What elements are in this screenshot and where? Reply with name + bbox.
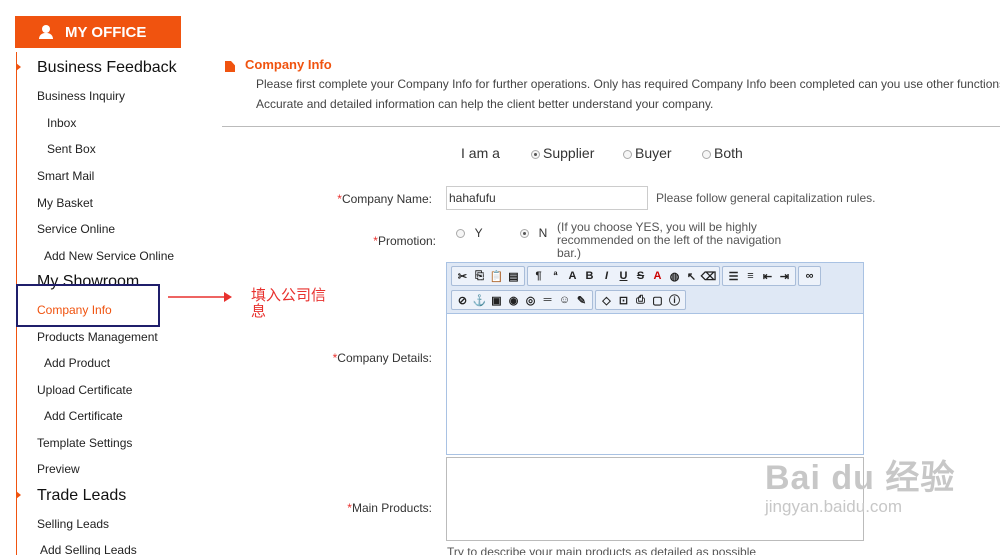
sidebar-item-my-basket[interactable]: My Basket: [37, 196, 93, 210]
my-office-header[interactable]: MY OFFICE: [15, 16, 181, 48]
toolbar-group: ∞: [798, 266, 821, 286]
unordered-list-icon[interactable]: ≡: [743, 269, 758, 284]
section-marker-icon: [16, 63, 21, 71]
baidu-watermark: Bai du 经验 jingyan.baidu.com: [765, 450, 955, 517]
special-char-icon[interactable]: ✎: [574, 293, 589, 308]
sidebar-item-products-management[interactable]: Products Management: [37, 330, 158, 344]
company-name-input[interactable]: [446, 186, 648, 210]
font-size-icon[interactable]: A: [565, 269, 580, 284]
company-details-editor-body[interactable]: [447, 315, 863, 454]
unlink-icon[interactable]: ⊘: [455, 293, 470, 308]
watermark-main: Bai du 经验: [765, 459, 956, 497]
outdent-icon[interactable]: ⇤: [760, 269, 775, 284]
role-option-buyer[interactable]: Buyer: [623, 145, 672, 161]
info-line-1: Please first complete your Company Info …: [256, 77, 1000, 91]
company-name-label: *Company Name:: [337, 192, 432, 206]
sidebar-item-selling-leads[interactable]: Selling Leads: [37, 517, 109, 531]
editor-toolbar: ✂ ⎘ 📋 ▤ ¶ ª A B I U S A ◍ ↖ ⌫ ☰ ≡ ⇤ ⇥ ∞ ⊘ ⚓ ▣ ◉ ◎ ═ ☺ ✎ ◇ ⊡ ⎙ ▢ ⓘ: [447, 263, 863, 314]
paste-icon[interactable]: 📋: [489, 269, 504, 284]
indent-icon[interactable]: ⇥: [777, 269, 792, 284]
sidebar-item-service-online[interactable]: Service Online: [37, 222, 115, 236]
image-icon[interactable]: ▣: [489, 293, 504, 308]
promotion-option-y[interactable]: Y: [456, 226, 483, 240]
cut-icon[interactable]: ✂: [455, 269, 470, 284]
link-icon[interactable]: ∞: [802, 269, 817, 284]
role-option-both[interactable]: Both: [702, 145, 743, 161]
radio-icon[interactable]: [623, 149, 632, 159]
sidebar-item-add-new-service-online[interactable]: Add New Service Online: [44, 249, 174, 263]
promotion-option-n[interactable]: N: [520, 226, 547, 240]
sidebar-item-inbox[interactable]: Inbox: [47, 116, 76, 130]
sidebar-item-preview[interactable]: Preview: [37, 462, 80, 476]
sidebar-item-upload-certificate[interactable]: Upload Certificate: [37, 383, 132, 397]
toolbar-group: ✂ ⎘ 📋 ▤: [451, 266, 525, 286]
radio-icon[interactable]: [456, 229, 465, 239]
toolbar-group: ⊘ ⚓ ▣ ◉ ◎ ═ ☺ ✎: [451, 290, 593, 310]
company-name-hint: Please follow general capitalization rul…: [656, 191, 876, 205]
media-icon[interactable]: ◎: [523, 293, 538, 308]
company-details-editor[interactable]: ✂ ⎘ 📋 ▤ ¶ ª A B I U S A ◍ ↖ ⌫ ☰ ≡ ⇤ ⇥ ∞ ⊘ ⚓ ▣ ◉ ◎ ═ ☺ ✎ ◇ ⊡ ⎙ ▢ ⓘ: [446, 262, 864, 455]
info-line-2: Accurate and detailed information can he…: [256, 97, 714, 111]
role-option-supplier[interactable]: Supplier: [531, 145, 594, 161]
paste-text-icon[interactable]: ▤: [506, 269, 521, 284]
copy-icon[interactable]: ⎘: [472, 269, 487, 284]
toolbar-group: ◇ ⊡ ⎙ ▢ ⓘ: [595, 290, 686, 310]
background-color-icon[interactable]: ◍: [667, 269, 682, 284]
about-icon[interactable]: ⓘ: [667, 293, 682, 308]
horizontal-rule-icon[interactable]: ═: [540, 293, 555, 308]
divider: [222, 126, 1000, 127]
radio-icon[interactable]: [702, 149, 711, 159]
section-trade-leads[interactable]: Trade Leads: [37, 487, 126, 505]
sidebar-item-template-settings[interactable]: Template Settings: [37, 436, 132, 450]
watermark-sub: jingyan.baidu.com: [765, 497, 903, 516]
annotation-arrow-icon: [168, 292, 232, 302]
ordered-list-icon[interactable]: ☰: [726, 269, 741, 284]
eraser-icon[interactable]: ⌫: [701, 269, 717, 284]
main-products-hint: Try to describe your main products as de…: [447, 545, 757, 555]
underline-icon[interactable]: U: [616, 269, 631, 284]
paragraph-format-icon[interactable]: ¶: [531, 269, 546, 284]
fullscreen-icon[interactable]: ▢: [650, 293, 665, 308]
source-icon[interactable]: ◇: [599, 293, 614, 308]
flash-icon[interactable]: ◉: [506, 293, 521, 308]
italic-icon[interactable]: I: [599, 269, 614, 284]
text-color-icon[interactable]: A: [650, 269, 665, 284]
toolbar-group: ¶ ª A B I U S A ◍ ↖ ⌫: [527, 266, 720, 286]
radio-icon[interactable]: [531, 149, 540, 159]
strikethrough-icon[interactable]: S: [633, 269, 648, 284]
spellcheck-icon[interactable]: ª: [548, 269, 563, 284]
bold-icon[interactable]: B: [582, 269, 597, 284]
company-details-label: *Company Details:: [332, 351, 432, 365]
title-marker-icon: [225, 61, 235, 72]
section-business-feedback[interactable]: Business Feedback: [37, 59, 177, 77]
smiley-icon[interactable]: ☺: [557, 293, 572, 308]
highlight-box: [16, 284, 160, 327]
sidebar-item-add-certificate[interactable]: Add Certificate: [44, 409, 123, 423]
sidebar-item-sent-box[interactable]: Sent Box: [47, 142, 96, 156]
page-title: Company Info: [245, 57, 332, 72]
anchor-icon[interactable]: ⚓: [472, 293, 487, 308]
sidebar-item-smart-mail[interactable]: Smart Mail: [37, 169, 94, 183]
toolbar-group: ☰ ≡ ⇤ ⇥: [722, 266, 796, 286]
sidebar-item-business-inquiry[interactable]: Business Inquiry: [37, 89, 125, 103]
sidebar-item-add-selling-leads[interactable]: Add Selling Leads: [40, 543, 137, 555]
print-icon[interactable]: ⎙: [633, 293, 648, 308]
promotion-hint: (If you choose YES, you will be highly r…: [557, 220, 782, 260]
sidebar: MY OFFICE Business Feedback Business Inq…: [0, 0, 200, 555]
select-icon[interactable]: ↖: [684, 269, 699, 284]
role-label: I am a: [461, 145, 500, 161]
sidebar-item-add-product[interactable]: Add Product: [44, 356, 110, 370]
main-products-label: *Main Products:: [347, 501, 432, 515]
section-marker-icon: [16, 491, 21, 499]
radio-icon[interactable]: [520, 229, 529, 239]
preview-icon[interactable]: ⊡: [616, 293, 631, 308]
annotation-text: 填入公司信息: [251, 287, 327, 320]
promotion-label: *Promotion:: [373, 234, 436, 248]
user-icon: [39, 25, 53, 39]
my-office-label: MY OFFICE: [65, 23, 147, 41]
